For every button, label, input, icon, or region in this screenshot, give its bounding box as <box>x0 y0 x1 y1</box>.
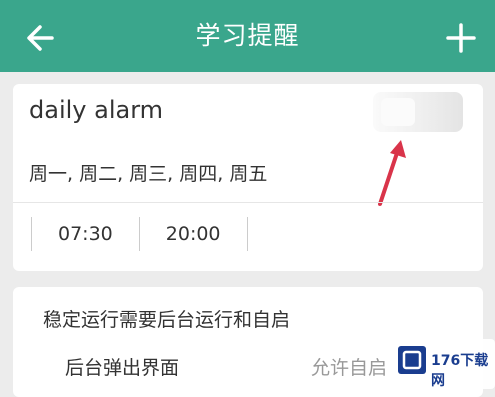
annotation-arrow-icon <box>378 140 406 206</box>
site-logo-icon <box>398 346 426 374</box>
app-header: 学习提醒 <box>0 0 495 72</box>
alarm-card[interactable]: daily alarm 周一, 周二, 周三, 周四, 周五 07:30 20:… <box>13 84 483 271</box>
alarm-days: 周一, 周二, 周三, 周四, 周五 <box>29 163 268 185</box>
alarm-name: daily alarm <box>29 96 164 124</box>
add-alarm-button[interactable] <box>441 18 481 58</box>
popup-setting-label[interactable]: 后台弹出界面 <box>65 353 179 380</box>
alarm-times: 07:30 20:00 <box>31 214 248 254</box>
toggle-knob <box>381 98 415 126</box>
plus-icon <box>446 23 476 53</box>
watermark: 176下载网 <box>393 339 495 389</box>
divider <box>13 202 483 203</box>
alarm-toggle[interactable] <box>373 92 463 132</box>
alarm-time[interactable]: 20:00 <box>140 223 247 245</box>
popup-setting-value[interactable]: 允许自启 <box>311 353 387 380</box>
background-hint: 稳定运行需要后台运行和自启 <box>43 309 291 331</box>
watermark-text: 176下载网 <box>431 353 489 389</box>
time-separator <box>246 217 248 251</box>
page-title: 学习提醒 <box>195 21 300 50</box>
alarm-time[interactable]: 07:30 <box>32 223 139 245</box>
